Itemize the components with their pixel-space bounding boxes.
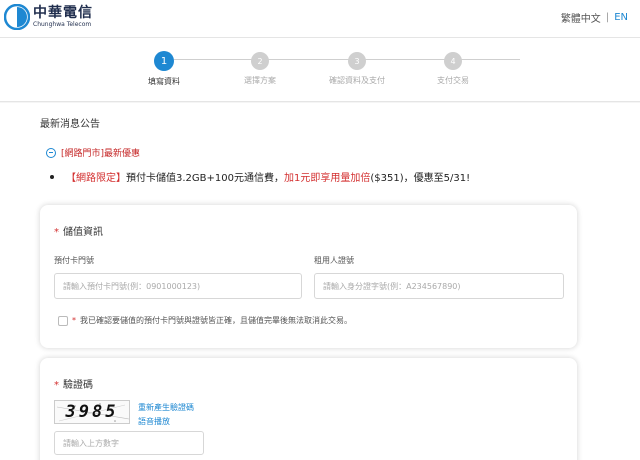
captcha-text: 3985 bbox=[65, 402, 119, 422]
site-header: 中華電信 Chunghwa Telecom 繁體中文 | EN bbox=[0, 0, 640, 38]
news-category-toggle[interactable]: [網路門市]最新優惠 bbox=[46, 146, 140, 159]
verification-title-text: 驗證碼 bbox=[63, 380, 93, 391]
prepaid-number-input[interactable] bbox=[54, 273, 302, 299]
verification-card: * 驗證碼 3985 重新產生驗證碼 語音播放 bbox=[40, 358, 577, 460]
step-1-number: 1 bbox=[154, 51, 174, 71]
news-item-tag: 【網路限定】 bbox=[66, 173, 126, 184]
captcha-image: 3985 bbox=[54, 400, 130, 424]
news-item-text: 預付卡儲值3.2GB+100元通信費， bbox=[126, 173, 284, 184]
step-3-label: 確認資料及支付 bbox=[329, 76, 385, 85]
stored-value-title: * 儲值資訊 bbox=[54, 223, 103, 238]
audio-play-link[interactable]: 語音播放 bbox=[138, 416, 170, 427]
required-asterisk: * bbox=[54, 380, 59, 391]
chunghwa-logo-icon bbox=[4, 4, 30, 30]
step-1-label: 填寫資料 bbox=[148, 77, 180, 86]
step-4: 4 支付交易 bbox=[413, 52, 493, 86]
step-3-number: 3 bbox=[348, 52, 366, 70]
logo-chinese-name: 中華電信 bbox=[33, 5, 93, 21]
prepaid-number-label: 預付卡門號 bbox=[54, 256, 94, 265]
step-3: 3 確認資料及支付 bbox=[317, 52, 397, 86]
logo-english-name: Chunghwa Telecom bbox=[33, 21, 92, 28]
bullet-dot-icon bbox=[50, 174, 54, 179]
required-asterisk: * bbox=[72, 316, 76, 325]
captcha-input[interactable] bbox=[54, 431, 204, 455]
news-category-label: [網路門市]最新優惠 bbox=[61, 149, 141, 159]
news-section-title: 最新消息公告 bbox=[40, 119, 100, 130]
language-switcher: 繁體中文 | EN bbox=[561, 10, 628, 25]
lang-traditional-chinese[interactable]: 繁體中文 bbox=[561, 10, 601, 25]
step-4-number: 4 bbox=[444, 52, 462, 70]
confirm-checkbox[interactable] bbox=[58, 315, 68, 326]
verification-title: * 驗證碼 bbox=[54, 376, 93, 391]
main-content: 最新消息公告 [網路門市]最新優惠 【網路限定】 預付卡儲值3.2GB+100元… bbox=[0, 103, 640, 460]
step-2-label: 選擇方案 bbox=[244, 76, 276, 85]
chunghwa-logo[interactable]: 中華電信 Chunghwa Telecom bbox=[4, 4, 93, 30]
lang-separator: | bbox=[605, 12, 610, 23]
step-4-label: 支付交易 bbox=[437, 76, 469, 85]
renter-id-input[interactable] bbox=[314, 273, 564, 299]
news-item-highlight: 加1元即享用量加倍 bbox=[283, 173, 371, 184]
news-item-text-end: ($351)，優惠至5/31! bbox=[370, 173, 471, 184]
step-2: 2 選擇方案 bbox=[220, 52, 300, 86]
step-2-number: 2 bbox=[251, 52, 269, 70]
progress-stepper: 1 填寫資料 2 選擇方案 3 確認資料及支付 4 支付交易 bbox=[0, 38, 640, 102]
stored-value-title-text: 儲值資訊 bbox=[63, 227, 103, 238]
confirmation-row: * 我已確認要儲值的預付卡門號與證號皆正確，且儲值完畢後無法取消此交易。 bbox=[58, 315, 352, 326]
step-1: 1 填寫資料 bbox=[124, 51, 204, 87]
lang-english-link[interactable]: EN bbox=[614, 12, 628, 23]
collapse-minus-icon bbox=[46, 147, 56, 158]
stored-value-card: * 儲值資訊 預付卡門號 租用人證號 * 我已確認要儲值的預付卡門號與證號皆正確，… bbox=[40, 205, 577, 348]
regenerate-captcha-link[interactable]: 重新產生驗證碼 bbox=[138, 402, 194, 413]
confirm-text: 我已確認要儲值的預付卡門號與證號皆正確，且儲值完畢後無法取消此交易。 bbox=[80, 316, 352, 325]
renter-id-label: 租用人證號 bbox=[314, 256, 354, 265]
news-list-item: 【網路限定】 預付卡儲值3.2GB+100元通信費， 加1元即享用量加倍 ($3… bbox=[50, 169, 470, 184]
required-asterisk: * bbox=[54, 227, 59, 238]
